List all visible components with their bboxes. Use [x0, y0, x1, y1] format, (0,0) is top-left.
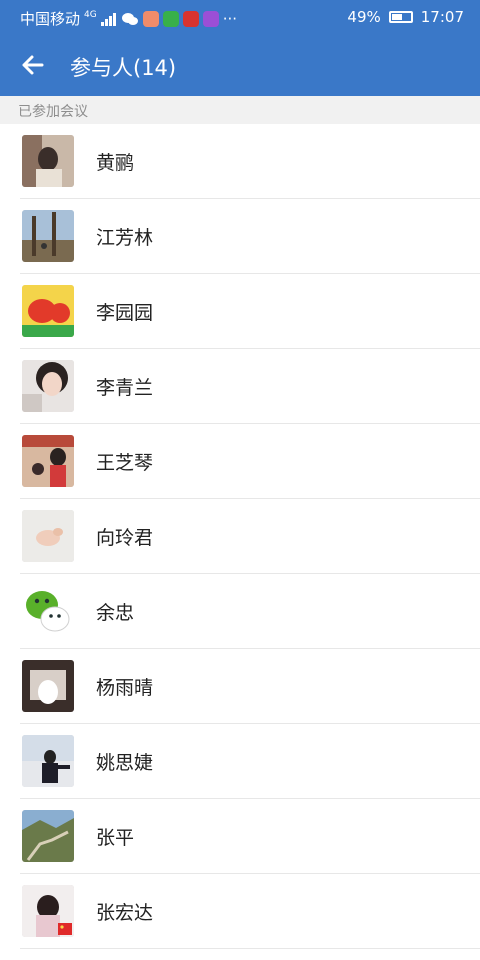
participant-list: 黄鹂 江芳林 李园园 李青兰 王芝琴 向玲君 余忠 杨雨晴 姚思婕 张平 张宏达	[0, 124, 480, 949]
section-header-joined: 已参加会议	[0, 96, 480, 124]
play-notification-icon	[162, 10, 179, 27]
app-bar: 参与人(14)	[0, 34, 480, 96]
avatar	[22, 735, 74, 787]
avatar	[22, 810, 74, 862]
participant-row[interactable]: 余忠	[0, 574, 480, 649]
network-label: 4G	[84, 10, 97, 20]
battery-icon	[388, 11, 413, 23]
avatar	[22, 435, 74, 487]
avatar	[22, 360, 74, 412]
participant-row[interactable]: 李青兰	[0, 349, 480, 424]
avatar	[22, 660, 74, 712]
avatar	[22, 135, 74, 187]
participant-name: 姚思婕	[96, 752, 154, 774]
participant-name: 杨雨晴	[96, 677, 154, 699]
media-notification-icon	[202, 10, 219, 27]
page-title: 参与人(14)	[70, 56, 177, 80]
participant-name: 李园园	[96, 302, 154, 324]
participant-row[interactable]: 李园园	[0, 274, 480, 349]
avatar	[22, 885, 74, 937]
back-arrow-icon[interactable]	[16, 48, 50, 82]
status-bar: 中国移动 4G ··· 49% 17:07	[0, 0, 480, 34]
participant-name: 江芳林	[96, 227, 154, 249]
participant-name: 张宏达	[96, 902, 154, 924]
avatar	[22, 285, 74, 337]
carrier-label: 中国移动	[20, 10, 81, 28]
participant-row[interactable]: 张宏达	[0, 874, 480, 949]
signal-icon	[100, 12, 117, 26]
status-left: 中国移动 4G ···	[20, 8, 237, 29]
video-notification-icon	[182, 10, 199, 27]
clock: 17:07	[420, 8, 464, 26]
avatar	[22, 210, 74, 262]
avatar	[22, 510, 74, 562]
participant-row[interactable]: 黄鹂	[0, 124, 480, 199]
participant-name: 黄鹂	[96, 152, 135, 174]
status-right: 49% 17:07	[347, 8, 464, 26]
participant-name: 李青兰	[96, 377, 154, 399]
participant-row[interactable]: 向玲君	[0, 499, 480, 574]
participant-name: 向玲君	[96, 527, 154, 549]
participant-row[interactable]: 杨雨晴	[0, 649, 480, 724]
participant-row[interactable]: 江芳林	[0, 199, 480, 274]
participant-name: 王芝琴	[96, 452, 154, 474]
app-notification-icon	[142, 10, 159, 27]
avatar	[22, 585, 74, 637]
battery-percent: 49%	[347, 8, 381, 26]
more-notifications-icon: ···	[222, 9, 238, 28]
participant-name: 余忠	[96, 602, 135, 624]
participant-row[interactable]: 张平	[0, 799, 480, 874]
participant-row[interactable]: 姚思婕	[0, 724, 480, 799]
participant-row[interactable]: 王芝琴	[0, 424, 480, 499]
wechat-status-icon	[121, 12, 139, 26]
participant-name: 张平	[96, 827, 135, 849]
